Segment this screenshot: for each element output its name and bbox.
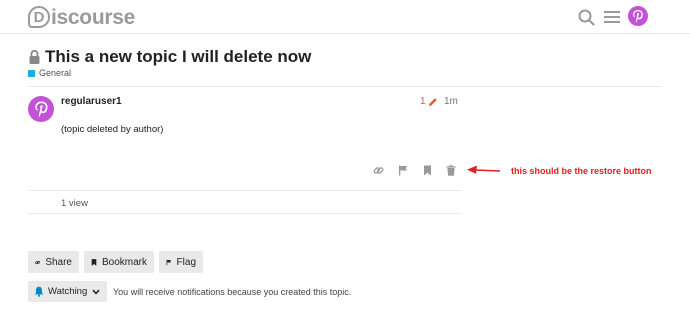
page-title[interactable]: This a new topic I will delete now [45, 47, 311, 67]
notification-level-dropdown[interactable]: Watching [28, 281, 107, 302]
view-count: 1 view [61, 198, 88, 209]
bookmark-icon[interactable] [420, 163, 434, 177]
divider [28, 86, 662, 87]
bookmark-label: Bookmark [101, 256, 147, 268]
flag-icon[interactable] [396, 163, 410, 177]
chevron-down-icon [92, 289, 100, 294]
post-body: (topic deleted by author) [61, 124, 164, 135]
flag-button[interactable]: Flag [159, 251, 203, 273]
bell-icon [34, 286, 44, 297]
link-icon[interactable] [371, 163, 385, 177]
bookmark-icon [91, 258, 97, 266]
logo-bubble-icon: D [28, 6, 50, 28]
share-label: Share [45, 256, 72, 268]
edit-count: 1 [420, 96, 426, 107]
category-color-swatch [28, 69, 35, 77]
logo-text: iscourse [51, 5, 135, 29]
site-logo[interactable]: D iscourse [28, 5, 135, 29]
post-avatar[interactable] [28, 96, 54, 122]
trash-icon[interactable] [444, 163, 458, 177]
link-icon [35, 260, 41, 264]
flag-icon [166, 259, 171, 265]
watching-label: Watching [48, 286, 88, 297]
divider [28, 190, 462, 191]
annotation-text: this should be the restore button [511, 166, 652, 176]
search-icon[interactable] [576, 7, 596, 27]
category-label: General [39, 68, 72, 78]
notification-reason-text: You will receive notifications because y… [113, 287, 352, 297]
pencil-icon [428, 97, 437, 106]
topic-title-row: This a new topic I will delete now [28, 47, 311, 67]
site-header: D iscourse [0, 0, 690, 34]
logo-letter: D [33, 8, 45, 26]
divider [28, 213, 462, 214]
annotation-arrow-icon [467, 165, 501, 174]
bookmark-button[interactable]: Bookmark [84, 251, 154, 273]
flag-label: Flag [176, 256, 196, 268]
share-button[interactable]: Share [28, 251, 79, 273]
edit-history-indicator[interactable]: 1 [420, 96, 438, 107]
post-age[interactable]: 1m [444, 96, 458, 107]
lock-icon [29, 49, 40, 64]
category-badge[interactable]: General [28, 68, 71, 78]
user-avatar[interactable] [628, 6, 648, 26]
post-username[interactable]: regularuser1 [61, 96, 122, 107]
hamburger-menu-icon[interactable] [602, 7, 622, 27]
